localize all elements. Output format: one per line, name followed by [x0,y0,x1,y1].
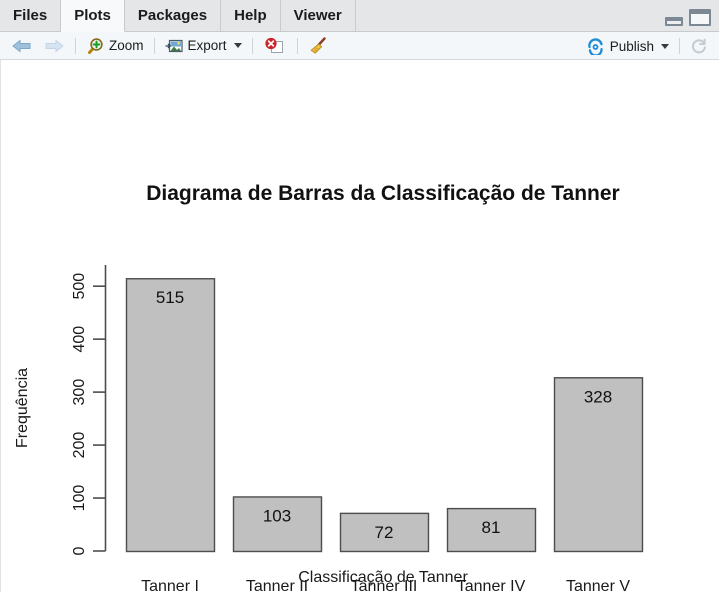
remove-plot-icon [264,37,283,53]
toolbar-separator [679,38,680,54]
x-tick-label: Tanner V [566,578,630,591]
forward-arrow-icon [45,38,64,53]
x-tick-label: Tanner IV [457,578,526,591]
refresh-icon [692,38,706,54]
window-controls [665,9,711,26]
refresh-button[interactable] [685,35,713,57]
tab-viewer[interactable]: Viewer [280,0,356,31]
minimize-icon[interactable] [665,17,683,26]
bar-chart: Diagrama de Barras da Classificação de T… [14,182,644,591]
tab-files[interactable]: Files [0,0,62,31]
bar [125,278,216,553]
y-axis: 0 100 200 300 400 500 [71,265,107,555]
x-tick-label: Tanner II [246,578,308,591]
clear-all-button[interactable] [303,35,333,57]
export-image-icon [165,39,183,52]
bar-value-label: 515 [156,288,184,307]
y-tick-label: 200 [71,432,88,459]
y-tick-label: 0 [71,546,88,555]
y-axis-label: Frequência [14,368,31,448]
tab-help[interactable]: Help [221,0,281,31]
y-tick-label: 400 [71,326,88,353]
maximize-icon[interactable] [689,9,711,26]
bar-value-label: 81 [482,518,501,537]
publish-label: Publish [609,38,654,54]
tab-packages[interactable]: Packages [124,0,222,31]
toolbar-separator [251,37,253,54]
zoom-label: Zoom [109,38,144,53]
publish-icon [587,37,603,55]
plots-toolbar: Zoom Export Publish [0,32,719,60]
export-label: Export [187,38,227,53]
y-tick-label: 100 [71,485,88,512]
tab-bar: Files Plots Packages Help Viewer [0,0,719,32]
toolbar-separator [75,37,76,54]
x-tick-label: Tanner III [351,578,418,591]
toolbar-separator [153,37,155,54]
clear-all-broom-icon [310,36,326,54]
bar-value-label: 72 [375,523,394,542]
chevron-down-icon [233,43,242,48]
chart-title: Diagrama de Barras da Classificação de T… [146,182,619,205]
remove-plot-button[interactable] [258,35,292,57]
bar-value-label: 103 [263,506,291,525]
magnifier-plus-icon [88,37,103,54]
y-tick-label: 300 [71,379,88,406]
toolbar-separator [296,37,298,54]
forward-button[interactable] [38,35,70,57]
export-button[interactable]: Export [160,35,247,57]
y-tick-label: 500 [71,273,88,300]
plot-panel: Diagrama de Barras da Classificação de T… [0,60,719,592]
back-arrow-icon [12,38,31,53]
bar-value-label: 328 [584,387,612,406]
bar-series: 515 103 72 81 328 [125,278,644,553]
chevron-down-icon [661,43,669,49]
x-tick-labels: Tanner I Tanner II Tanner III Tanner IV Tann… [141,578,630,591]
back-button[interactable] [6,35,38,57]
tab-plots[interactable]: Plots [61,0,125,32]
zoom-button[interactable]: Zoom [81,35,149,57]
publish-button[interactable]: Publish [581,35,674,57]
x-tick-label: Tanner I [141,578,199,591]
